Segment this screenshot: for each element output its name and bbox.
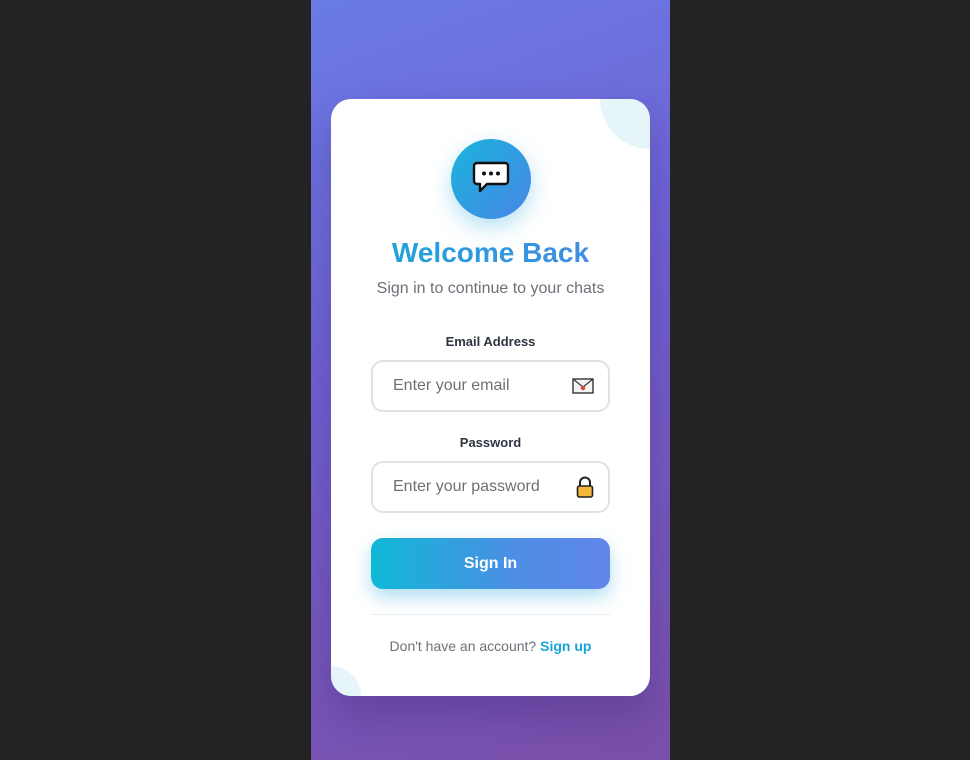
lock-icon (576, 476, 594, 498)
sign-in-button[interactable]: Sign In (371, 538, 610, 589)
password-field-wrapper (371, 461, 610, 513)
email-field-wrapper (371, 360, 610, 412)
signup-prompt: Don't have an account? Sign up (331, 638, 650, 654)
page-title: Welcome Back (331, 237, 650, 269)
login-card: Welcome Back Sign in to continue to your… (331, 99, 650, 696)
decorative-circle-bottom (331, 666, 361, 696)
envelope-icon (572, 378, 594, 394)
sign-up-link[interactable]: Sign up (540, 638, 591, 654)
app-logo (451, 139, 531, 219)
decorative-circle-top (600, 99, 650, 149)
divider (371, 614, 610, 615)
app-background: Welcome Back Sign in to continue to your… (311, 0, 670, 760)
page-subtitle: Sign in to continue to your chats (376, 280, 605, 297)
chat-bubble-icon (472, 160, 510, 199)
email-label: Email Address (445, 334, 536, 349)
signup-prompt-text: Don't have an account? (389, 638, 537, 654)
password-input[interactable] (373, 463, 608, 511)
password-label: Password (459, 435, 522, 450)
